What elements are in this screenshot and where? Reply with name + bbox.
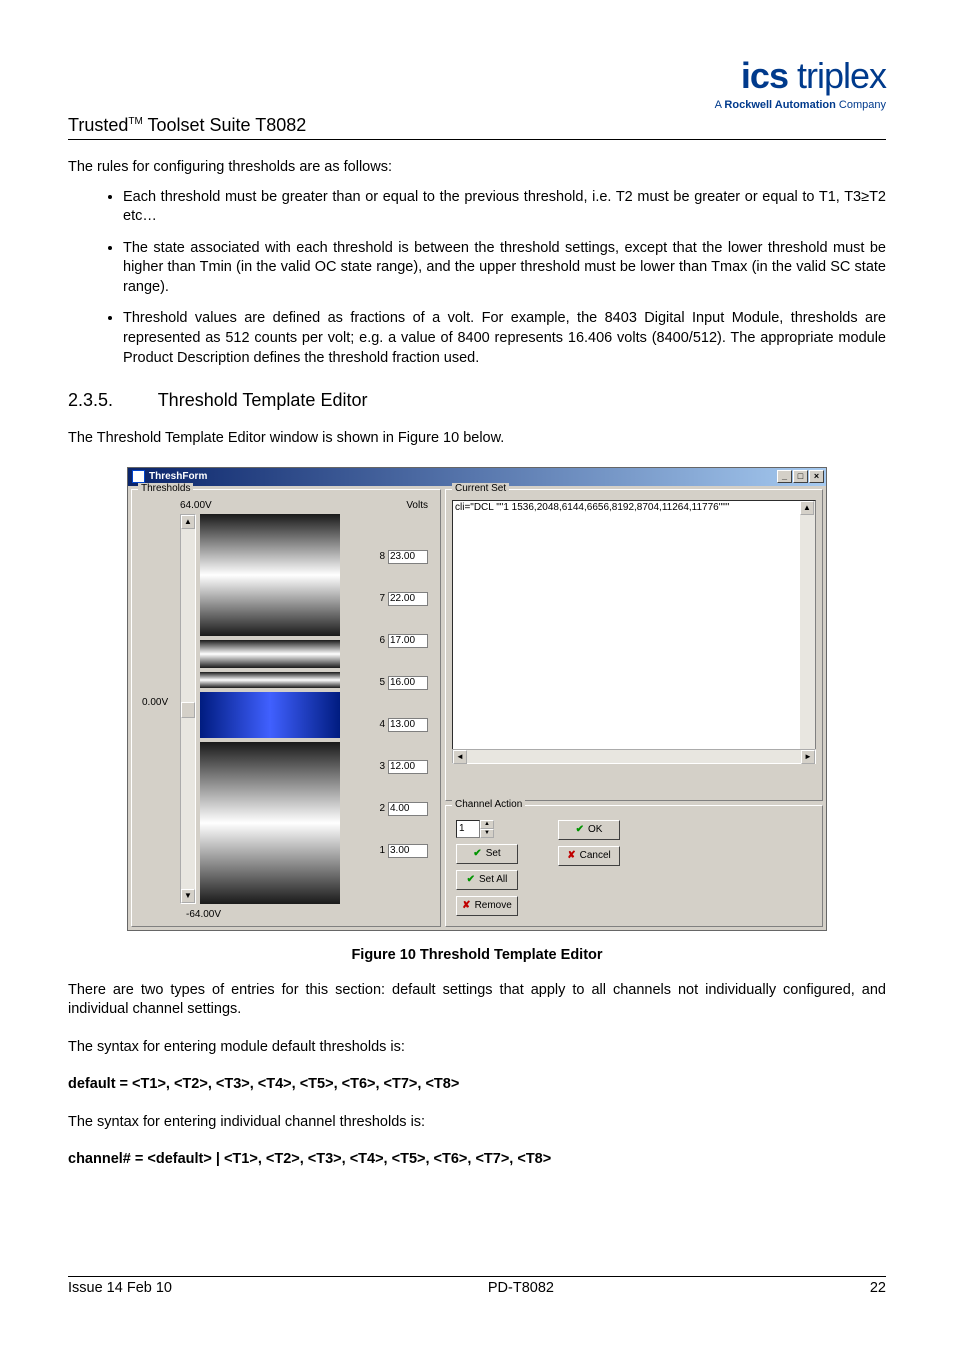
header-suffix: Toolset Suite T8082: [143, 115, 306, 135]
close-button[interactable]: ×: [809, 470, 824, 483]
currentset-textarea[interactable]: cli="DCL ""1 1536,2048,6144,6656,8192,87…: [452, 500, 816, 750]
channelaction-group: ▲▼ ✔Set ✔Set All ✘Remove ✔OK ✘Cancel: [445, 805, 823, 927]
zero-voltage-label: 0.00V: [142, 697, 168, 708]
threshold-row: 6: [379, 634, 428, 648]
scroll-left-button[interactable]: ◄: [453, 750, 467, 764]
volts-label: Volts: [406, 500, 428, 511]
threshold-chart: [200, 514, 340, 904]
cancel-button[interactable]: ✘Cancel: [558, 846, 620, 866]
cross-icon: ✘: [567, 850, 575, 861]
min-voltage-label: -64.00V: [186, 909, 221, 920]
scroll-up-button[interactable]: ▲: [181, 515, 195, 529]
spin-down[interactable]: ▼: [480, 829, 494, 838]
threshold-5-input[interactable]: [388, 676, 428, 690]
threshold-scrollbar[interactable]: ▲ ▼: [180, 514, 196, 904]
threshold-1-input[interactable]: [388, 844, 428, 858]
section-heading: 2.3.5. Threshold Template Editor: [68, 390, 886, 411]
setall-button[interactable]: ✔Set All: [456, 870, 518, 890]
spin-up[interactable]: ▲: [480, 820, 494, 829]
footer-center: PD-T8082: [488, 1280, 554, 1296]
scroll-right-button[interactable]: ►: [801, 750, 815, 764]
set-button[interactable]: ✔Set: [456, 844, 518, 864]
threshold-row: 4: [379, 718, 428, 732]
currentset-hscroll[interactable]: ◄ ►: [452, 749, 816, 764]
threshold-7-input[interactable]: [388, 592, 428, 606]
threshold-3-input[interactable]: [388, 760, 428, 774]
maximize-button[interactable]: □: [793, 470, 808, 483]
threshold-6-input[interactable]: [388, 634, 428, 648]
window-title: ThreshForm: [149, 471, 207, 482]
threshold-row: 8: [379, 550, 428, 564]
currentset-content: cli="DCL ""1 1536,2048,6144,6656,8192,87…: [455, 502, 729, 513]
currentset-group: cli="DCL ""1 1536,2048,6144,6656,8192,87…: [445, 489, 823, 801]
rule-item: Each threshold must be greater than or e…: [123, 188, 886, 227]
footer-left: Issue 14 Feb 10: [68, 1280, 172, 1296]
threshold-4-input[interactable]: [388, 718, 428, 732]
threshold-row: 5: [379, 676, 428, 690]
threshold-row: 1: [379, 844, 428, 858]
scroll-down-button[interactable]: ▼: [181, 889, 195, 903]
page-footer: Issue 14 Feb 10 PD-T8082 22: [68, 1276, 886, 1296]
page-header: TrustedTM Toolset Suite T8082: [68, 115, 886, 140]
check-icon: ✔: [467, 874, 475, 885]
section-number: 2.3.5.: [68, 390, 153, 411]
logo-light: triplex: [788, 55, 886, 96]
rules-list: Each threshold must be greater than or e…: [68, 188, 886, 369]
intro-text: The rules for configuring thresholds are…: [68, 158, 886, 178]
max-voltage-label: 64.00V: [180, 500, 212, 511]
threshold-2-input[interactable]: [388, 802, 428, 816]
figure-caption: Figure 10 Threshold Template Editor: [68, 947, 886, 963]
syntax-channel: channel# = <default> | <T1>, <T2>, <T3>,…: [68, 1150, 886, 1170]
ok-button[interactable]: ✔OK: [558, 820, 620, 840]
scroll-up-button[interactable]: ▲: [800, 501, 814, 515]
para-after-2: The syntax for entering module default t…: [68, 1038, 886, 1058]
figure-container: ThreshForm _ □ × 64.00V Volts 0.00V -64.…: [127, 467, 827, 931]
syntax-default: default = <T1>, <T2>, <T3>, <T4>, <T5>, …: [68, 1075, 886, 1095]
threshold-row: 3: [379, 760, 428, 774]
scroll-thumb[interactable]: [181, 702, 195, 718]
currentset-vscroll[interactable]: ▲: [800, 501, 815, 749]
rule-item: The state associated with each threshold…: [123, 239, 886, 298]
logo-bold: ics: [741, 55, 788, 96]
para-after-1: There are two types of entries for this …: [68, 981, 886, 1020]
channel-input[interactable]: [456, 820, 480, 838]
check-icon: ✔: [576, 824, 584, 835]
para-after-4: The syntax for entering individual chann…: [68, 1113, 886, 1133]
cross-icon: ✘: [462, 900, 470, 911]
remove-button[interactable]: ✘Remove: [456, 896, 518, 916]
section-body: The Threshold Template Editor window is …: [68, 429, 886, 449]
footer-right: 22: [870, 1280, 886, 1296]
threshold-row: 7: [379, 592, 428, 606]
thresholds-group: 64.00V Volts 0.00V -64.00V ▲ ▼: [131, 489, 441, 927]
section-title: Threshold Template Editor: [158, 390, 368, 410]
window-icon: [132, 470, 145, 483]
check-icon: ✔: [473, 848, 481, 859]
threshold-row: 2: [379, 802, 428, 816]
header-prefix: Trusted: [68, 115, 128, 135]
rule-item: Threshold values are defined as fraction…: [123, 309, 886, 368]
threshold-8-input[interactable]: [388, 550, 428, 564]
threshold-inputs: 8 7 6 5 4 3 2 1: [379, 550, 428, 886]
threshform-window: ThreshForm _ □ × 64.00V Volts 0.00V -64.…: [127, 467, 827, 931]
minimize-button[interactable]: _: [777, 470, 792, 483]
brand-logo: ics triplex A Rockwell Automation Compan…: [715, 55, 886, 111]
header-tm: TM: [128, 116, 142, 127]
channel-spinner[interactable]: ▲▼: [456, 820, 518, 838]
